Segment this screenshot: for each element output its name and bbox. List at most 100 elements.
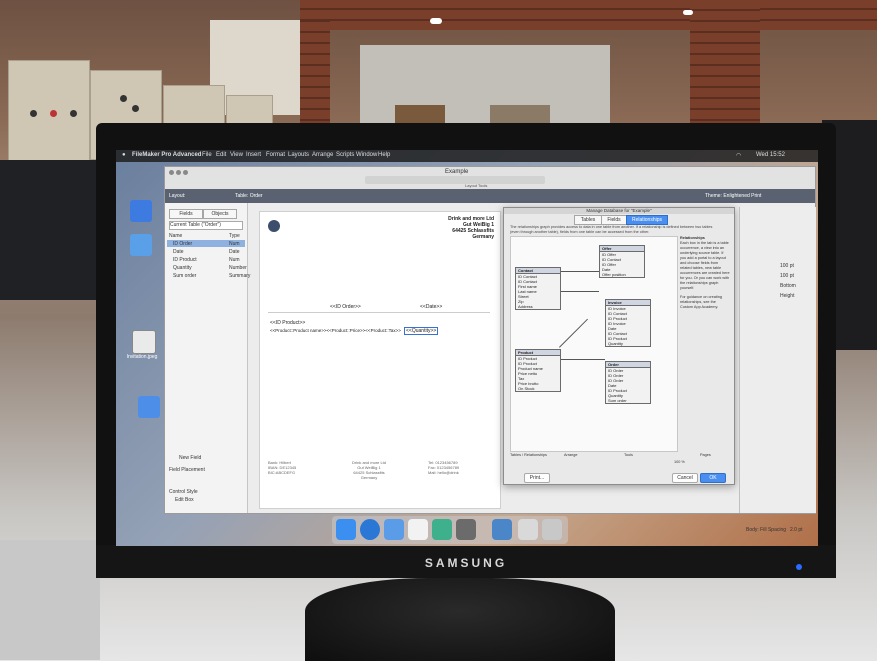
footer-address: Drink and more Ltd Gut WeiBig 1 64425 Schl… (352, 460, 387, 480)
tab-tables[interactable]: Tables (574, 215, 602, 225)
toolbar-label-tables: Tables / Relationships (510, 453, 547, 457)
tool-palette[interactable] (365, 176, 545, 184)
quantity-field[interactable]: <<Quantity>> (404, 327, 439, 335)
table-invoice[interactable]: Invoice ID Invoice ID Contact ID Product… (605, 299, 651, 347)
field-type: Num (229, 257, 240, 263)
company-country: Germany (472, 234, 494, 240)
monitor-stand (305, 578, 615, 661)
window-title: Example (445, 169, 469, 175)
field-placement-label: Field Placement (169, 467, 205, 473)
product-line-fields[interactable]: <<Product::Product name>><<Product::Pric… (270, 328, 401, 333)
brick-pillar-right (690, 0, 760, 130)
order-id-field[interactable]: <<ID Order>> (330, 304, 361, 310)
table-contact[interactable]: Contact ID Contact ID Contact First name… (515, 267, 561, 310)
menu-help[interactable]: Help (378, 152, 390, 158)
menu-format[interactable]: Format (266, 152, 285, 158)
app-store-icon[interactable] (432, 519, 452, 540)
layout-canvas: Drink and more Ltd Gut WeiBig 1 64425 Sc… (259, 211, 501, 509)
desktop-file-label: Invitation.jpeg (126, 354, 158, 360)
help-more: For guidance on creating relationships, … (680, 295, 723, 309)
relationship-line[interactable] (559, 291, 599, 292)
outlet (50, 110, 57, 117)
folder-icon[interactable] (130, 200, 152, 222)
relationship-line[interactable] (559, 271, 599, 272)
ok-button[interactable]: OK (700, 473, 726, 483)
menu-file[interactable]: File (202, 152, 212, 158)
finder-icon[interactable] (336, 519, 356, 540)
tab-fields[interactable]: Fields (601, 215, 627, 225)
close-button[interactable] (169, 170, 174, 175)
zoom-level[interactable]: 100 % (674, 460, 685, 464)
wifi-icon[interactable]: ◠ (736, 152, 741, 159)
mac-menubar: ● FileMaker Pro Advanced File Edit View … (116, 150, 818, 162)
field-list-header-type: Type (229, 233, 240, 239)
filemaker-icon[interactable] (492, 519, 512, 540)
wall-panel (8, 60, 90, 162)
zoom-button[interactable] (183, 170, 188, 175)
ceiling-light (683, 10, 693, 15)
brick-pillar-left (300, 20, 330, 130)
outlet (70, 110, 77, 117)
tab-objects[interactable]: Objects (203, 209, 237, 219)
settings-icon[interactable] (456, 519, 476, 540)
table-order[interactable]: Order ID Order ID Order ID Order Date ID… (605, 361, 651, 404)
outlet (120, 95, 127, 102)
menu-scripts[interactable]: Scripts (336, 152, 354, 158)
menu-layouts[interactable]: Layouts (288, 152, 309, 158)
field-name[interactable]: ID Product (173, 257, 197, 263)
cancel-button[interactable]: Cancel (672, 473, 698, 483)
relationship-line[interactable] (559, 318, 588, 348)
menu-arrange[interactable]: Arrange (312, 152, 333, 158)
mail-icon[interactable] (384, 519, 404, 540)
theme-label[interactable]: Theme: Enlightened Print (705, 193, 761, 199)
menu-view[interactable]: View (230, 152, 243, 158)
inspector-value[interactable]: Bottom (780, 283, 796, 289)
field-name[interactable]: Quantity (173, 265, 192, 271)
relationships-graph[interactable]: Offer ID Offer ID Contact ID Offer Date … (510, 236, 678, 452)
tab-relationships[interactable]: Relationships (626, 215, 668, 225)
new-field-button[interactable]: New Field (179, 455, 201, 461)
folder-icon[interactable] (130, 234, 152, 256)
file-icon[interactable] (132, 330, 156, 354)
toolbar-label-pages: Pages (700, 453, 711, 457)
document-icon[interactable] (408, 519, 428, 540)
power-led (796, 564, 802, 570)
screen: ● FileMaker Pro Advanced File Edit View … (116, 150, 818, 546)
menu-window[interactable]: Window (356, 152, 377, 158)
menubar-clock[interactable]: Wed 15:52 (756, 152, 785, 158)
relationship-line[interactable] (559, 359, 605, 360)
product-id-field[interactable]: <<ID Product>> (270, 320, 305, 326)
date-field[interactable]: <<Date>> (420, 304, 442, 310)
footer-bank: Bank: Hilbert IBAN: DE12345 BIC:ABCDEFG (268, 460, 297, 475)
folder-icon[interactable] (518, 519, 538, 540)
menu-edit[interactable]: Edit (216, 152, 226, 158)
table-product[interactable]: Product ID Product ID Product Product na… (515, 349, 561, 392)
field-name[interactable]: ID Order (173, 241, 192, 247)
print-button[interactable]: Print... (524, 473, 550, 483)
tab-fields[interactable]: Fields (169, 209, 203, 219)
field-name[interactable]: Sum order (173, 273, 196, 279)
field-name[interactable]: Date (173, 249, 184, 255)
inspector-value[interactable]: 100 pt (780, 273, 794, 279)
inspector-bottom-value[interactable]: 2.0 pt (790, 527, 803, 533)
menubar-app-name[interactable]: FileMaker Pro Advanced (132, 152, 201, 158)
monitor-brand: SAMSUNG (424, 556, 508, 570)
table-select[interactable]: Current Table ("Order") (169, 221, 243, 230)
divider (268, 312, 490, 313)
safari-icon[interactable] (360, 519, 380, 540)
help-panel: Relationships Each box in the tab is a t… (680, 236, 730, 310)
table-offer[interactable]: Offer ID Offer ID Contact ID Offer Date … (599, 245, 645, 278)
folder-icon[interactable] (138, 396, 160, 418)
field-list-header-name: Name (169, 233, 183, 239)
minimize-button[interactable] (176, 170, 181, 175)
layout-name[interactable]: Table: Order (235, 193, 263, 199)
apple-icon[interactable]: ● (122, 152, 126, 158)
dialog-intro: The relationships graph provides access … (510, 225, 713, 234)
inspector-value[interactable]: Height (780, 293, 794, 299)
edit-box-option[interactable]: Edit Box (175, 497, 194, 503)
dock (332, 516, 568, 544)
trash-icon[interactable] (542, 519, 562, 540)
manage-database-dialog: Manage Database for "Example" Tables Fie… (503, 207, 735, 485)
menu-insert[interactable]: Insert (246, 152, 261, 158)
inspector-value[interactable]: 100 pt (780, 263, 794, 269)
